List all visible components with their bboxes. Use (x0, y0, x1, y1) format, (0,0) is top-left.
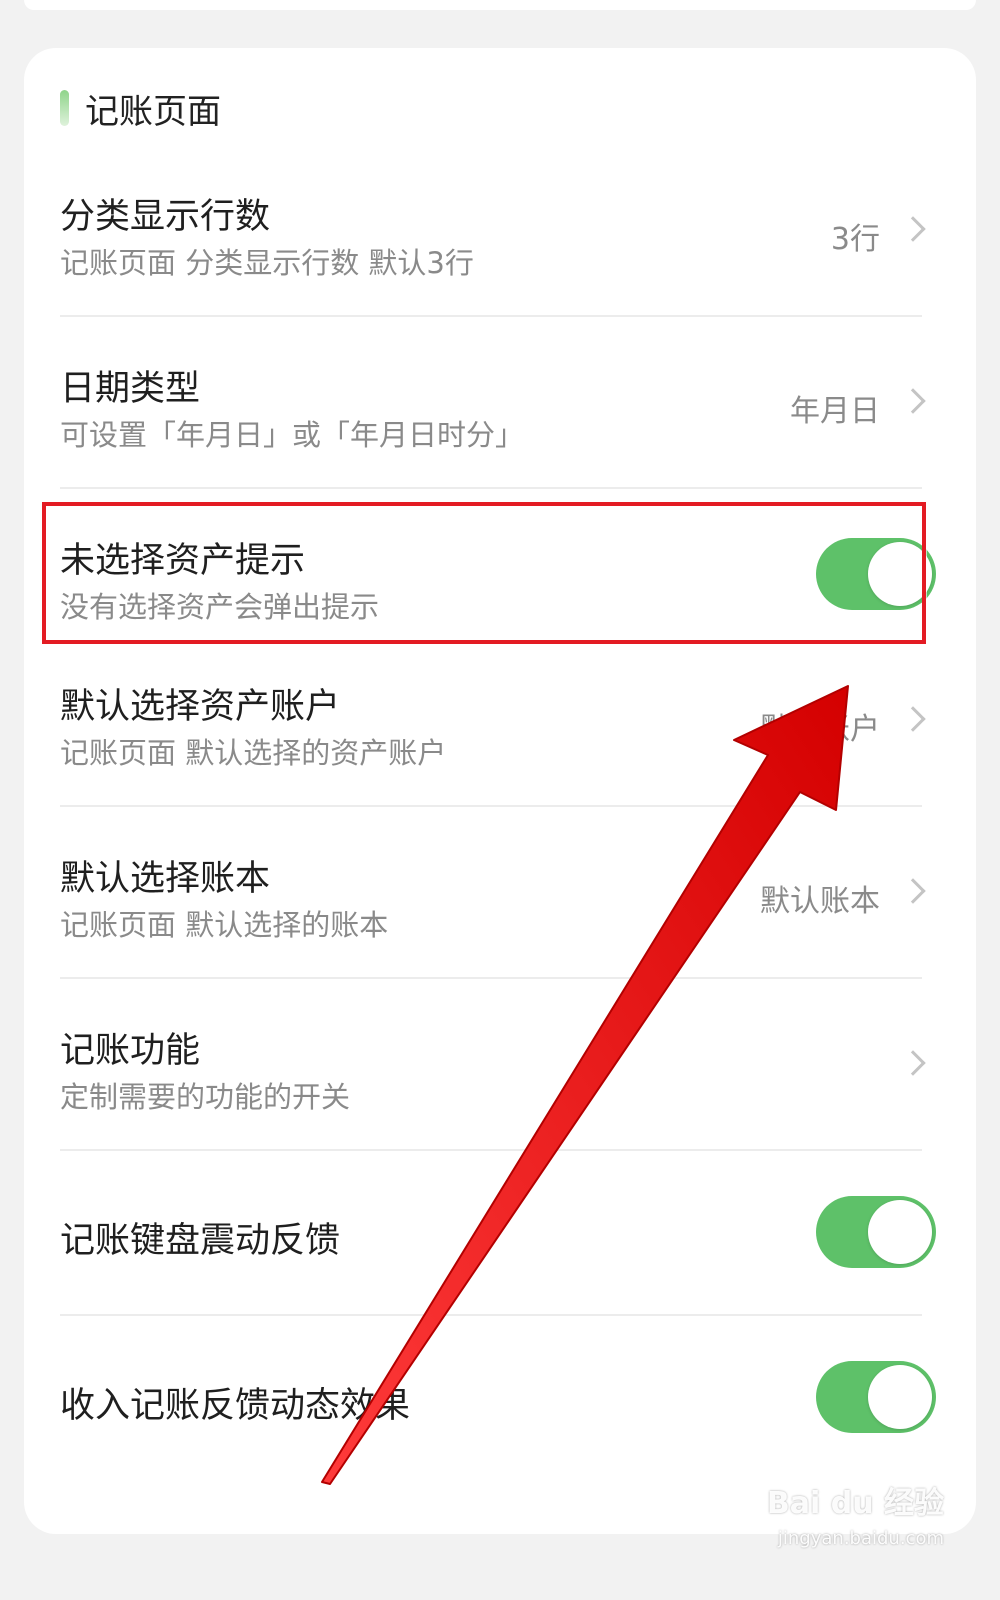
row-category-rows[interactable]: 分类显示行数 记账页面 分类显示行数 默认3行 3行 (60, 178, 940, 318)
previous-card (24, 0, 976, 10)
chevron-right-icon (900, 1050, 926, 1076)
row-title: 记账功能 (60, 1031, 201, 1071)
divider (60, 1314, 922, 1316)
divider (60, 977, 922, 979)
row-value: 年月日 (790, 394, 880, 429)
row-value: 默认账户 (760, 712, 880, 747)
keyboard-vibration-toggle[interactable] (816, 1196, 936, 1268)
row-title: 记账键盘震动反馈 (60, 1221, 341, 1261)
chevron-right-icon (900, 706, 926, 732)
divider (60, 1149, 922, 1151)
no-asset-prompt-toggle[interactable] (816, 538, 936, 610)
row-keyboard-vibration: 记账键盘震动反馈 (60, 1188, 940, 1308)
row-income-feedback-effect: 收入记账反馈动态效果 (60, 1353, 940, 1473)
row-title: 收入记账反馈动态效果 (60, 1386, 411, 1426)
chevron-right-icon (900, 388, 926, 414)
row-no-asset-prompt: 未选择资产提示 没有选择资产会弹出提示 (60, 522, 940, 662)
row-subtitle: 定制需要的功能的开关 (60, 1080, 351, 1114)
row-title: 分类显示行数 (60, 197, 271, 237)
baidu-watermark: Bai du 经验 jingyan.baidu.com (754, 1478, 944, 1566)
row-title: 默认选择账本 (60, 859, 271, 899)
row-subtitle: 记账页面 分类显示行数 默认3行 (60, 246, 474, 280)
row-default-book[interactable]: 默认选择账本 记账页面 默认选择的账本 默认账本 (60, 840, 940, 980)
row-subtitle: 记账页面 默认选择的资产账户 (60, 736, 447, 770)
toggle-knob (868, 542, 932, 606)
row-title: 未选择资产提示 (60, 541, 306, 581)
row-title: 日期类型 (60, 369, 201, 409)
row-value: 3行 (830, 222, 880, 257)
divider (60, 315, 922, 317)
section-accent-bar (60, 90, 69, 126)
income-feedback-toggle[interactable] (816, 1361, 936, 1433)
divider (60, 805, 922, 807)
watermark-main: Bai du 经验 (766, 1486, 944, 1521)
row-subtitle: 可设置「年月日」或「年月日时分」 (60, 418, 525, 452)
row-value: 默认账本 (760, 884, 880, 919)
toggle-knob (868, 1365, 932, 1429)
section-title: 记账页面 (85, 91, 221, 132)
chevron-right-icon (900, 878, 926, 904)
row-default-asset-account[interactable]: 默认选择资产账户 记账页面 默认选择的资产账户 默认账户 (60, 668, 940, 808)
toggle-knob (868, 1200, 932, 1264)
watermark-sub: jingyan.baidu.com (777, 1528, 944, 1549)
row-date-type[interactable]: 日期类型 可设置「年月日」或「年月日时分」 年月日 (60, 350, 940, 490)
divider (60, 487, 922, 489)
row-subtitle: 没有选择资产会弹出提示 (60, 590, 380, 624)
row-subtitle: 记账页面 默认选择的账本 (60, 908, 389, 942)
section-header: 记账页面 (60, 88, 221, 132)
chevron-right-icon (900, 216, 926, 242)
row-accounting-features[interactable]: 记账功能 定制需要的功能的开关 (60, 1012, 940, 1152)
row-title: 默认选择资产账户 (60, 687, 341, 727)
settings-card: 记账页面 分类显示行数 记账页面 分类显示行数 默认3行 3行 日期类型 可设置… (24, 48, 976, 1534)
